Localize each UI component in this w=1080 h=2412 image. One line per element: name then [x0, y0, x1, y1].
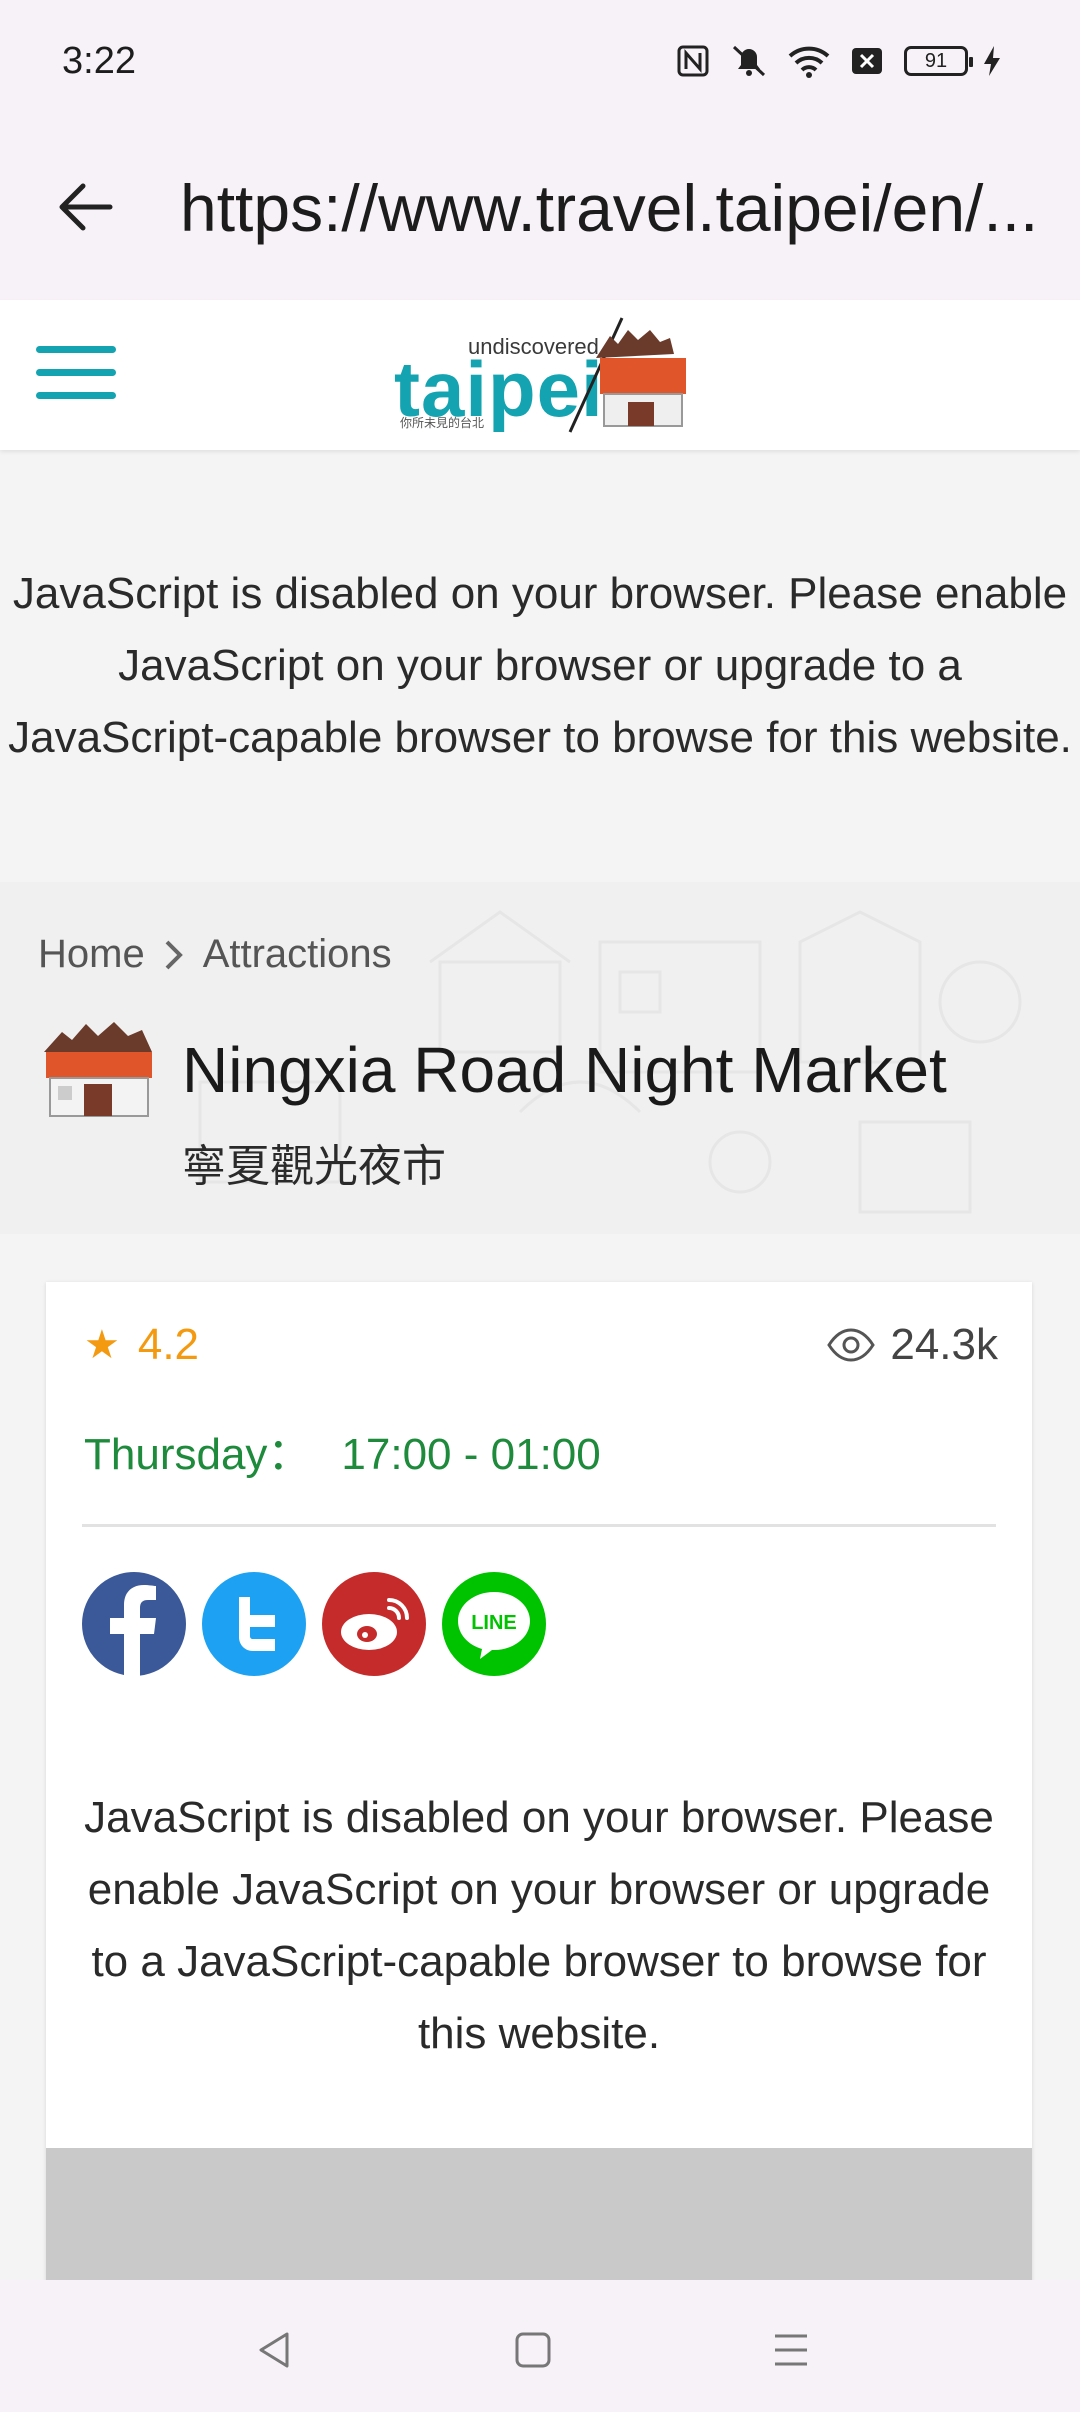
url-field[interactable]: https://www.travel.taipei/en/...	[180, 170, 1060, 246]
wifi-icon	[788, 46, 830, 78]
status-time: 3:22	[62, 40, 136, 82]
social-share-buttons: LINE	[82, 1572, 546, 1676]
content-placeholder	[46, 2148, 1032, 2282]
sim-x-icon	[852, 48, 882, 74]
page-title: Ningxia Road Night Market	[182, 1034, 947, 1106]
hamburger-menu-icon[interactable]	[36, 346, 116, 406]
line-icon: LINE	[458, 1592, 530, 1659]
logo-gate-icon	[568, 317, 686, 433]
site-header: undiscovered taipei 你所未見的台北	[0, 300, 1080, 450]
attraction-hero: Home Attractions Ningxia Road Night Mark…	[0, 882, 1080, 1234]
chevron-right-icon	[165, 940, 183, 969]
rating-value: 4.2	[137, 1320, 200, 1369]
title-row: Ningxia Road Night Market	[38, 1022, 947, 1122]
browser-url-bar: https://www.travel.taipei/en/...	[0, 120, 1080, 300]
breadcrumb: Home Attractions	[38, 932, 392, 977]
facebook-icon	[110, 1585, 156, 1676]
mute-icon	[732, 45, 766, 77]
opening-hours: Thursday： 17:00 - 01:00	[84, 1418, 601, 1482]
view-count-value: 24.3k	[890, 1320, 998, 1369]
weibo-share-button[interactable]	[322, 1572, 426, 1676]
twitter-icon	[239, 1597, 275, 1651]
attraction-info-card: ★ 4.2 24.3k Thursday： 17:00 - 01:00 LINE …	[46, 1282, 1032, 2282]
nfc-icon	[677, 45, 709, 77]
breadcrumb-attractions[interactable]: Attractions	[203, 932, 392, 977]
eye-icon	[827, 1328, 876, 1362]
status-icons: 91	[676, 38, 1002, 84]
line-share-button[interactable]: LINE	[442, 1572, 546, 1676]
twitter-share-button[interactable]	[202, 1572, 306, 1676]
card-javascript-notice: JavaScript is disabled on your browser. …	[84, 1793, 994, 2058]
logo-text-tiny: 你所未見的台北	[400, 416, 485, 430]
status-bar: 3:22 91	[0, 0, 1080, 120]
site-logo[interactable]: undiscovered taipei 你所未見的台北	[392, 314, 692, 439]
opening-time: 17:00 - 01:00	[341, 1430, 601, 1479]
nav-back-icon	[259, 2332, 289, 2368]
nav-menu-button[interactable]	[761, 2320, 821, 2380]
opening-day: Thursday：	[84, 1430, 312, 1479]
charging-icon	[984, 46, 1000, 76]
line-icon-label: LINE	[471, 1612, 517, 1634]
rating: ★ 4.2	[84, 1320, 199, 1370]
nav-home-button[interactable]	[503, 2320, 563, 2380]
back-arrow-icon	[59, 183, 113, 231]
facebook-share-button[interactable]	[82, 1572, 186, 1676]
weibo-icon	[341, 1598, 409, 1650]
javascript-disabled-notice: JavaScript is disabled on your browser. …	[8, 569, 1072, 762]
view-count: 24.3k	[826, 1320, 998, 1370]
back-button[interactable]	[50, 172, 120, 242]
star-icon: ★	[84, 1323, 120, 1367]
battery-indicator: 91	[904, 46, 973, 76]
divider	[82, 1524, 996, 1527]
system-navigation-bar	[0, 2280, 1080, 2412]
nav-home-icon	[515, 2332, 551, 2368]
nav-back-button[interactable]	[245, 2320, 305, 2380]
attraction-gate-icon	[44, 1022, 152, 1117]
page-subtitle: 寧夏觀光夜市	[182, 1142, 446, 1191]
nav-menu-icon	[775, 2334, 807, 2366]
breadcrumb-home[interactable]: Home	[38, 932, 145, 977]
